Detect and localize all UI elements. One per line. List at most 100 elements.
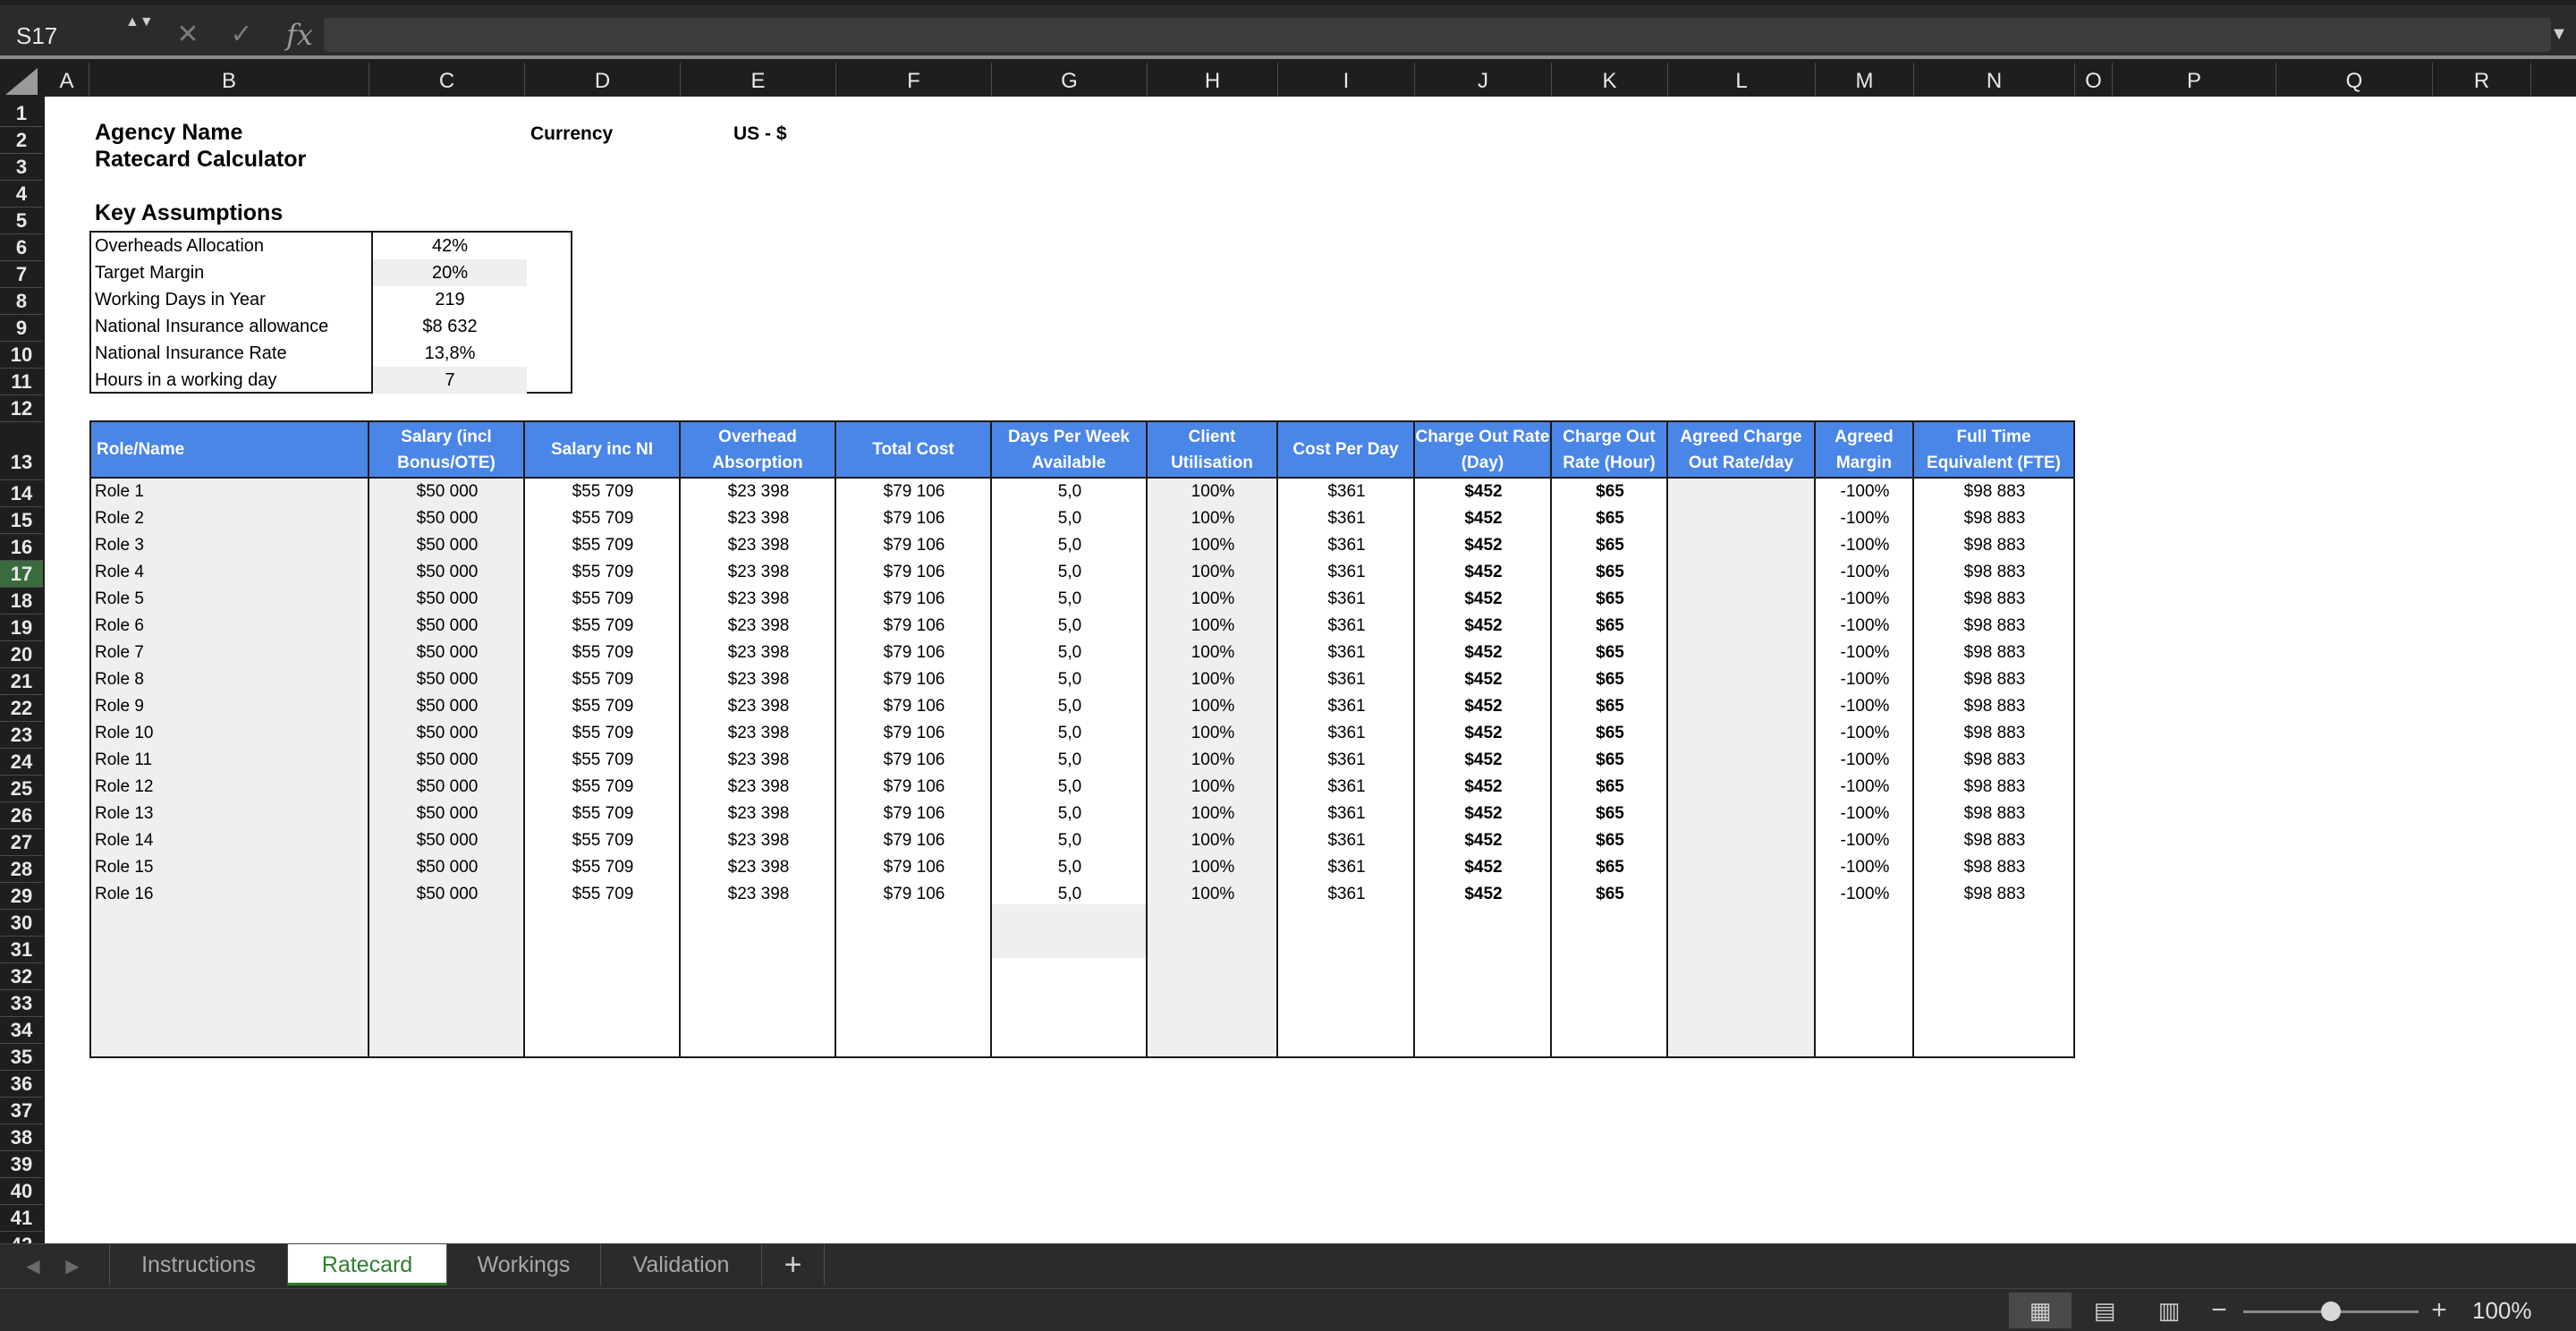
column-header-e[interactable]: E [681, 63, 836, 100]
cell-role[interactable]: Role 2 [89, 505, 369, 532]
cell-charge-day[interactable]: $452 [1415, 505, 1552, 532]
cell-overhead[interactable]: $23 398 [681, 801, 836, 827]
cell-charge-hour[interactable]: $65 [1552, 854, 1668, 881]
cell-overhead[interactable]: $23 398 [681, 640, 836, 666]
cell-agreed-margin[interactable]: -100% [1816, 747, 1914, 774]
cell-cost-per-day[interactable]: $361 [1278, 640, 1415, 666]
row-header-29[interactable]: 29 [0, 883, 43, 910]
cell-fte[interactable]: $98 883 [1914, 479, 2075, 505]
cell-overhead[interactable]: $23 398 [681, 559, 836, 586]
cell-days-per-week[interactable]: 5,0 [992, 559, 1148, 586]
cell-salary[interactable]: $50 000 [369, 854, 525, 881]
cell-days-per-week[interactable]: 5,0 [992, 747, 1148, 774]
cell-salary-ni[interactable]: $55 709 [525, 693, 681, 720]
cell-agreed-margin[interactable]: -100% [1816, 827, 1914, 854]
cell-salary[interactable]: $50 000 [369, 505, 525, 532]
cell-salary[interactable]: $50 000 [369, 586, 525, 613]
cell-salary[interactable]: $50 000 [369, 532, 525, 559]
cell-cost-per-day[interactable]: $361 [1278, 586, 1415, 613]
cell-salary[interactable]: $50 000 [369, 827, 525, 854]
row-header-18[interactable]: 18 [0, 588, 43, 615]
assumption-value[interactable]: 42% [371, 233, 527, 259]
cell-salary[interactable]: $50 000 [369, 479, 525, 505]
cell-role[interactable]: Role 4 [89, 559, 369, 586]
cell-charge-day[interactable]: $452 [1415, 774, 1552, 801]
cell-role[interactable]: Role 9 [89, 693, 369, 720]
cell-salary[interactable]: $50 000 [369, 613, 525, 640]
cell-utilisation[interactable]: 100% [1148, 613, 1278, 640]
cell-agreed-rate[interactable] [1668, 666, 1816, 693]
cell-utilisation[interactable]: 100% [1148, 666, 1278, 693]
cell-agreed-rate[interactable] [1668, 532, 1816, 559]
row-header-9[interactable]: 9 [0, 315, 43, 342]
cell-cost-per-day[interactable]: $361 [1278, 881, 1415, 908]
cell-salary-ni[interactable]: $55 709 [525, 586, 681, 613]
cell-salary[interactable]: $50 000 [369, 801, 525, 827]
cell-agreed-rate[interactable] [1668, 881, 1816, 908]
cell-salary-ni[interactable]: $55 709 [525, 854, 681, 881]
cell-cost-per-day[interactable]: $361 [1278, 532, 1415, 559]
cell-days-per-week[interactable]: 5,0 [992, 827, 1148, 854]
zoom-in-icon[interactable]: + [2426, 1293, 2453, 1328]
row-header-36[interactable]: 36 [0, 1071, 43, 1098]
cell-overhead[interactable]: $23 398 [681, 693, 836, 720]
cell-fte[interactable]: $98 883 [1914, 854, 2075, 881]
cell-total-cost[interactable]: $79 106 [836, 693, 992, 720]
row-header-10[interactable]: 10 [0, 342, 43, 369]
row-header-22[interactable]: 22 [0, 695, 43, 722]
cell-salary-ni[interactable]: $55 709 [525, 827, 681, 854]
cell-role[interactable]: Role 11 [89, 747, 369, 774]
cell-salary-ni[interactable]: $55 709 [525, 532, 681, 559]
cell-fte[interactable]: $98 883 [1914, 666, 2075, 693]
cell-fte[interactable]: $98 883 [1914, 693, 2075, 720]
row-header-24[interactable]: 24 [0, 749, 43, 776]
row-header-19[interactable]: 19 [0, 615, 43, 641]
insert-function-icon[interactable]: fx [277, 13, 322, 57]
cell-fte[interactable]: $98 883 [1914, 720, 2075, 747]
cell-days-per-week[interactable]: 5,0 [992, 720, 1148, 747]
cell-overhead[interactable]: $23 398 [681, 505, 836, 532]
cell-charge-hour[interactable]: $65 [1552, 559, 1668, 586]
row-header-23[interactable]: 23 [0, 722, 43, 749]
cell-total-cost[interactable]: $79 106 [836, 479, 992, 505]
cell-days-per-week[interactable]: 5,0 [992, 640, 1148, 666]
cell-charge-hour[interactable]: $65 [1552, 720, 1668, 747]
cell-agreed-rate[interactable] [1668, 693, 1816, 720]
assumption-value[interactable]: 219 [371, 286, 527, 313]
cell-fte[interactable]: $98 883 [1914, 801, 2075, 827]
cell-overhead[interactable]: $23 398 [681, 586, 836, 613]
cell-agreed-margin[interactable]: -100% [1816, 613, 1914, 640]
cell-charge-hour[interactable]: $65 [1552, 640, 1668, 666]
cell-fte[interactable]: $98 883 [1914, 613, 2075, 640]
cell-fte[interactable]: $98 883 [1914, 532, 2075, 559]
cell-salary-ni[interactable]: $55 709 [525, 774, 681, 801]
cell-overhead[interactable]: $23 398 [681, 479, 836, 505]
row-header-8[interactable]: 8 [0, 288, 43, 315]
cell-agreed-margin[interactable]: -100% [1816, 801, 1914, 827]
cell-charge-day[interactable]: $452 [1415, 827, 1552, 854]
cell-cost-per-day[interactable]: $361 [1278, 747, 1415, 774]
column-header-q[interactable]: Q [2276, 63, 2433, 100]
cell-charge-day[interactable]: $452 [1415, 854, 1552, 881]
cell-salary-ni[interactable]: $55 709 [525, 479, 681, 505]
cell-utilisation[interactable]: 100% [1148, 854, 1278, 881]
column-header-n[interactable]: N [1914, 63, 2075, 100]
cell-salary[interactable]: $50 000 [369, 774, 525, 801]
zoom-slider-thumb[interactable] [2321, 1301, 2341, 1321]
cell-agreed-rate[interactable] [1668, 640, 1816, 666]
cell-salary-ni[interactable]: $55 709 [525, 640, 681, 666]
cell-total-cost[interactable]: $79 106 [836, 505, 992, 532]
cell-fte[interactable]: $98 883 [1914, 747, 2075, 774]
row-header-20[interactable]: 20 [0, 641, 43, 668]
cell-agreed-margin[interactable]: -100% [1816, 479, 1914, 505]
cell-salary-ni[interactable]: $55 709 [525, 747, 681, 774]
cell-charge-day[interactable]: $452 [1415, 720, 1552, 747]
cell-fte[interactable]: $98 883 [1914, 827, 2075, 854]
cell-utilisation[interactable]: 100% [1148, 532, 1278, 559]
cell-overhead[interactable]: $23 398 [681, 666, 836, 693]
cell-salary-ni[interactable]: $55 709 [525, 505, 681, 532]
currency-value[interactable]: US - $ [733, 123, 787, 145]
cell-overhead[interactable]: $23 398 [681, 720, 836, 747]
cell-agreed-rate[interactable] [1668, 747, 1816, 774]
cell-role[interactable]: Role 13 [89, 801, 369, 827]
